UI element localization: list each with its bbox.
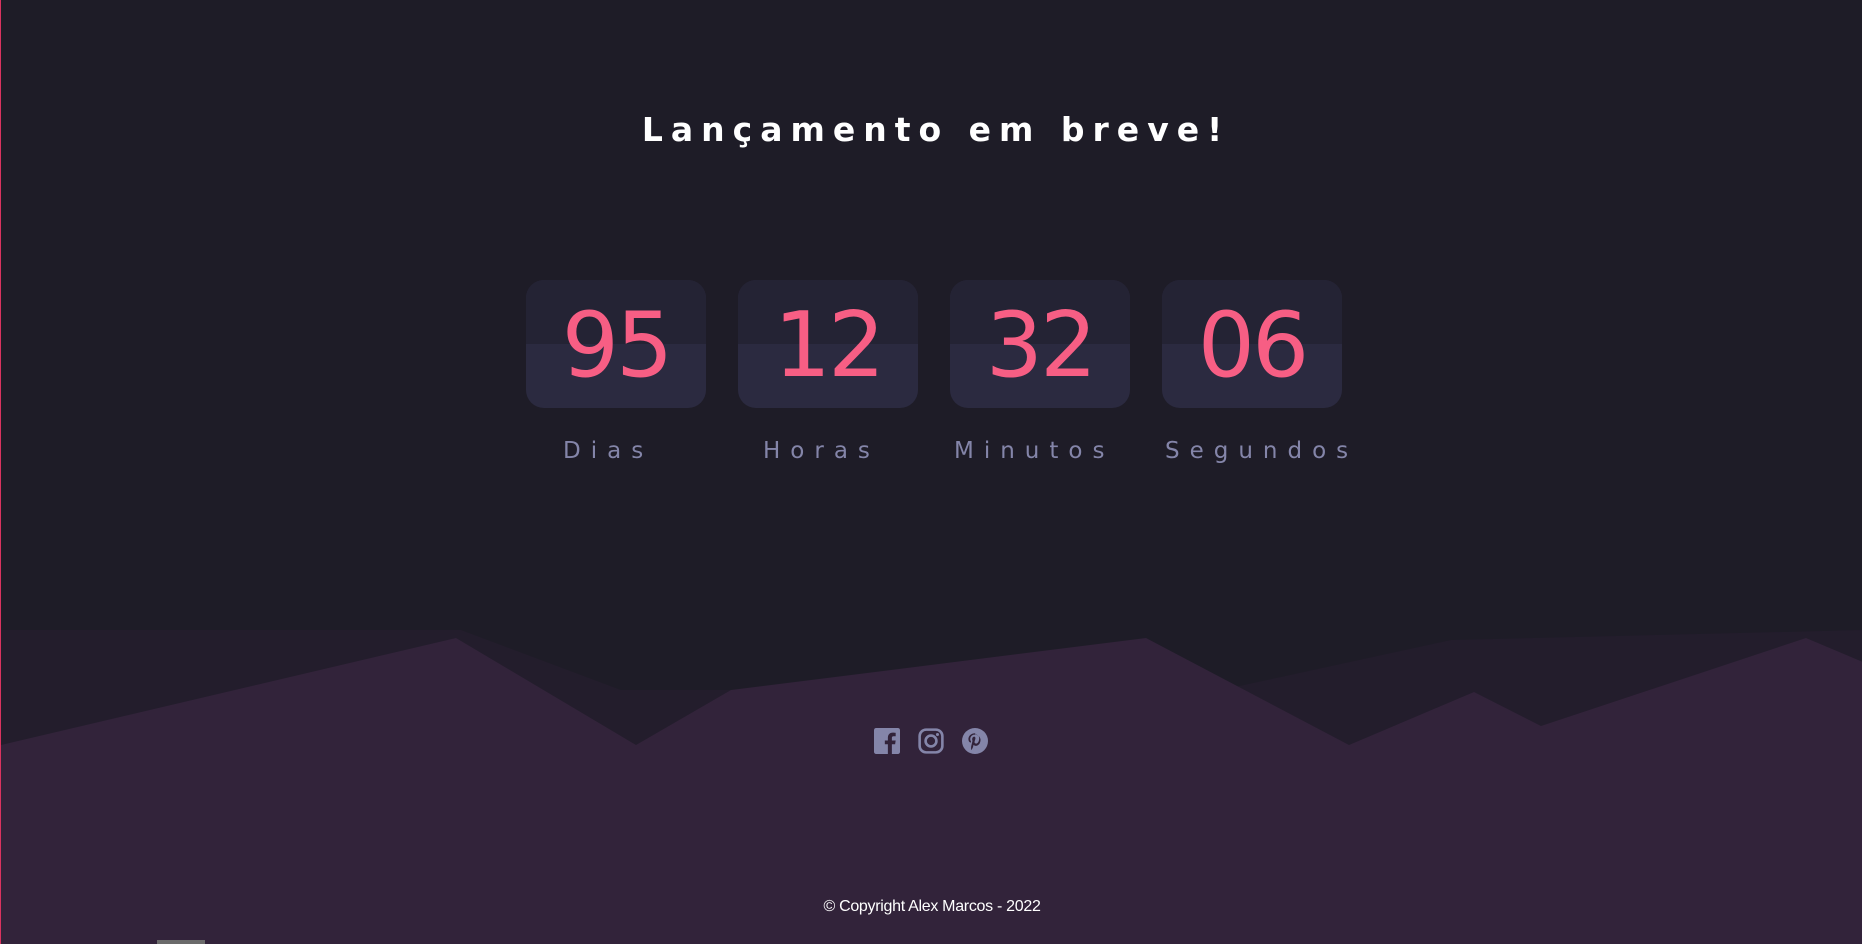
instagram-icon[interactable] (918, 728, 944, 754)
horizontal-scrollbar-thumb[interactable] (157, 940, 205, 944)
seconds-card: 06 (1162, 280, 1342, 408)
minutes-value: 32 (985, 293, 1098, 398)
facebook-icon[interactable] (874, 728, 900, 754)
days-value: 95 (561, 293, 674, 398)
hours-card: 12 (738, 280, 918, 408)
hours-value: 12 (773, 293, 886, 398)
copyright-text: © Copyright Alex Marcos - 2022 (823, 898, 1041, 915)
minutes-card: 32 (950, 280, 1130, 408)
seconds-value: 06 (1197, 293, 1310, 398)
hours-label: Horas (763, 438, 880, 464)
days-card: 95 (526, 280, 706, 408)
pinterest-icon[interactable] (962, 728, 988, 754)
page-title: Lançamento em breve! (641, 110, 1231, 149)
minutes-label: Minutos (954, 438, 1115, 464)
page: Lançamento em breve! 95 12 32 06 Dias Ho… (0, 0, 1862, 944)
seconds-label: Segundos (1165, 438, 1359, 464)
days-label: Dias (563, 438, 654, 464)
